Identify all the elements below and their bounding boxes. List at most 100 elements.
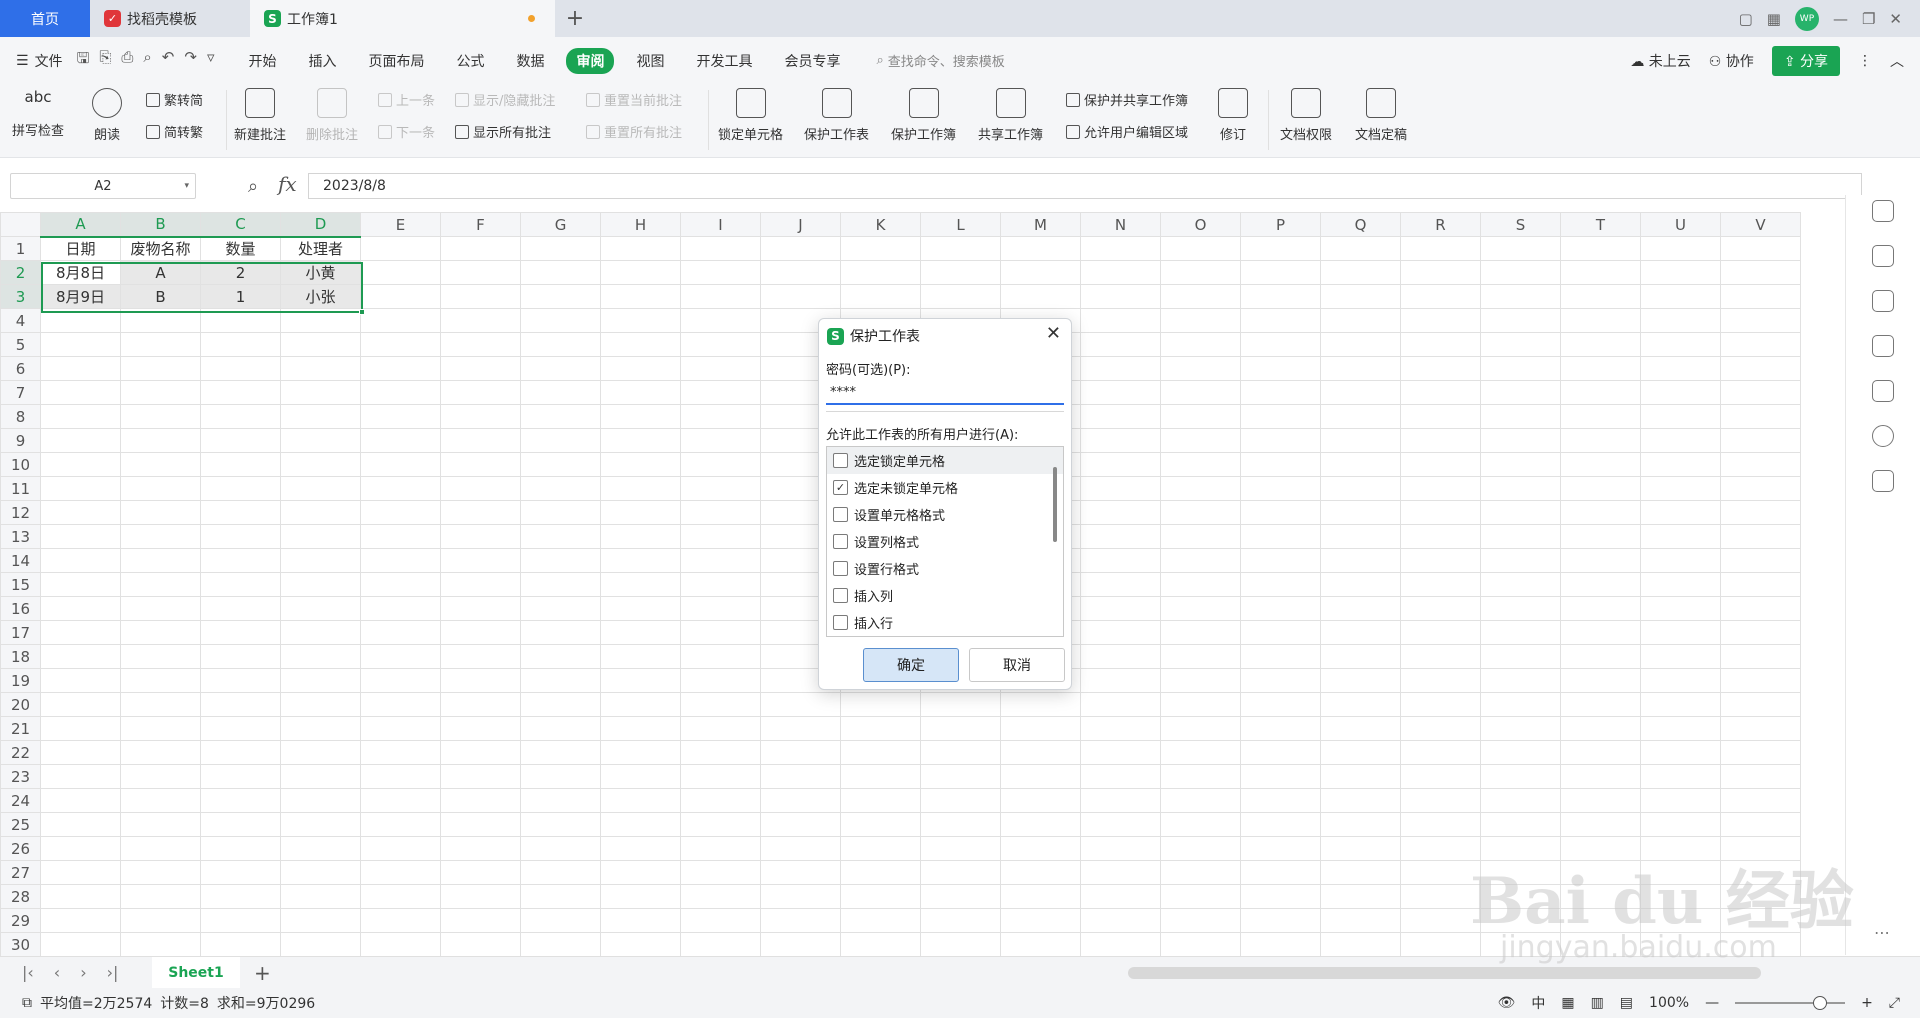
cell[interactable] [1320, 476, 1401, 501]
cell[interactable] [680, 356, 761, 381]
cell[interactable] [200, 716, 281, 741]
cell[interactable] [1640, 308, 1721, 333]
cell[interactable] [1000, 812, 1081, 837]
cell[interactable] [120, 308, 201, 333]
column-header[interactable]: C [200, 212, 281, 238]
cell[interactable] [760, 260, 841, 285]
cell[interactable] [1240, 476, 1321, 501]
cell[interactable] [280, 932, 361, 956]
prev-comment-button[interactable]: 上一条 [378, 90, 435, 109]
menu-formula[interactable]: 公式 [446, 48, 494, 74]
book-icon[interactable] [1872, 470, 1894, 492]
cell[interactable] [1320, 860, 1401, 885]
cell[interactable] [360, 380, 441, 405]
checkbox[interactable] [833, 561, 848, 576]
cell[interactable] [120, 356, 201, 381]
cell[interactable] [1640, 380, 1721, 405]
cell[interactable] [1000, 692, 1081, 717]
cancel-button[interactable]: 取消 [969, 648, 1065, 682]
cell[interactable] [1400, 476, 1481, 501]
cell[interactable] [1400, 428, 1481, 453]
cell[interactable] [280, 596, 361, 621]
cell[interactable] [520, 860, 601, 885]
cell[interactable] [1080, 668, 1161, 693]
cell[interactable] [1160, 908, 1241, 933]
row-header[interactable]: 27 [0, 860, 41, 885]
cell[interactable] [1480, 404, 1561, 429]
cell[interactable]: 处理者 [280, 236, 361, 261]
ok-button[interactable]: 确定 [863, 648, 959, 682]
cell[interactable] [1080, 836, 1161, 861]
cell[interactable] [1000, 908, 1081, 933]
cell[interactable] [440, 836, 521, 861]
cell[interactable] [1480, 260, 1561, 285]
cell[interactable] [1480, 620, 1561, 645]
permission-option[interactable]: 插入列 [827, 582, 1063, 609]
cell[interactable] [440, 236, 521, 261]
cell[interactable] [40, 884, 121, 909]
cell[interactable] [1160, 716, 1241, 741]
cell[interactable] [1080, 524, 1161, 549]
cell[interactable] [1720, 668, 1801, 693]
cell[interactable] [280, 308, 361, 333]
cell[interactable] [40, 644, 121, 669]
cell[interactable] [200, 404, 281, 429]
cell[interactable] [1720, 716, 1801, 741]
cell[interactable] [1400, 668, 1481, 693]
checkbox[interactable] [833, 615, 848, 630]
formula-input[interactable]: 2023/8/8 [308, 173, 1862, 199]
cell[interactable] [1480, 668, 1561, 693]
cell[interactable] [1240, 428, 1321, 453]
cell[interactable] [1560, 740, 1641, 765]
fullscreen-icon[interactable]: ⤢ [1889, 995, 1900, 1011]
cell[interactable] [1320, 668, 1401, 693]
cell[interactable] [760, 284, 841, 309]
checkbox[interactable] [833, 453, 848, 468]
cell[interactable] [680, 740, 761, 765]
cell[interactable] [1400, 860, 1481, 885]
cell[interactable] [280, 452, 361, 477]
cell[interactable] [200, 548, 281, 573]
delete-comment-button[interactable]: 删除批注 [306, 88, 358, 143]
cell[interactable] [1240, 308, 1321, 333]
cell[interactable] [440, 860, 521, 885]
close-icon[interactable]: ✕ [1889, 10, 1902, 28]
column-header[interactable]: I [680, 212, 761, 237]
cell[interactable] [680, 548, 761, 573]
cell[interactable] [840, 236, 921, 261]
cell[interactable] [360, 692, 441, 717]
cell[interactable] [1240, 884, 1321, 909]
page-break-view-icon[interactable]: ▤ [1620, 995, 1633, 1011]
cell[interactable] [1560, 236, 1641, 261]
cell[interactable] [520, 524, 601, 549]
cell[interactable] [1160, 356, 1241, 381]
cell[interactable] [1320, 908, 1401, 933]
cell[interactable] [760, 812, 841, 837]
cell[interactable] [360, 812, 441, 837]
cell[interactable] [1640, 500, 1721, 525]
restore-icon[interactable]: ❐ [1862, 10, 1875, 28]
cell[interactable] [680, 620, 761, 645]
cell[interactable] [40, 308, 121, 333]
doc-finalize-button[interactable]: 文档定稿 [1355, 88, 1407, 143]
cell[interactable]: A [120, 260, 201, 285]
add-sheet-button[interactable]: + [254, 961, 271, 985]
cell[interactable] [760, 716, 841, 741]
cell[interactable] [1720, 428, 1801, 453]
cell[interactable] [1400, 260, 1481, 285]
cell[interactable] [520, 356, 601, 381]
cell[interactable] [1720, 740, 1801, 765]
cell[interactable] [600, 548, 681, 573]
cell[interactable] [1240, 380, 1321, 405]
cell[interactable] [680, 500, 761, 525]
column-header[interactable]: O [1160, 212, 1241, 237]
cell[interactable] [1240, 692, 1321, 717]
cell[interactable] [1560, 308, 1641, 333]
permission-option[interactable]: 插入行 [827, 609, 1063, 636]
cell[interactable] [1080, 812, 1161, 837]
cell[interactable]: 小张 [280, 284, 361, 309]
cell[interactable] [1400, 716, 1481, 741]
row-header[interactable]: 26 [0, 836, 41, 861]
cell[interactable] [920, 692, 1001, 717]
cell[interactable] [360, 404, 441, 429]
